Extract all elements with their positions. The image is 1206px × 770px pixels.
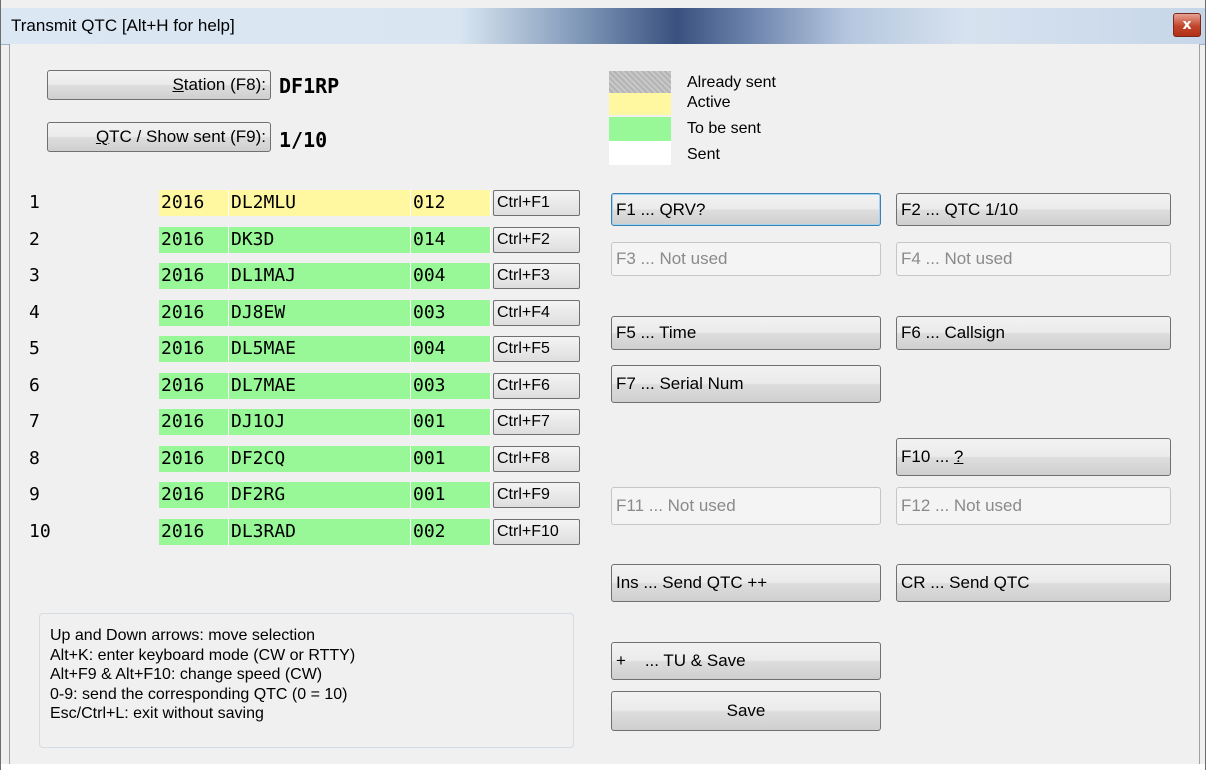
qtc-serial-cell[interactable]: 004 <box>411 263 491 289</box>
qtc-row-number: 6 <box>29 375 40 396</box>
qtc-send-key-button[interactable]: Ctrl+F5 <box>493 336 580 362</box>
f10-button[interactable]: F10 ... ? <box>896 438 1171 476</box>
qtc-row-number: 1 <box>29 192 40 213</box>
qtc-callsign-cell[interactable]: DF2RG <box>229 482 411 508</box>
legend-swatch <box>609 117 671 141</box>
qtc-time-cell[interactable]: 2016 <box>159 190 229 216</box>
qtc-callsign-cell[interactable]: DL7MAE <box>229 373 411 399</box>
qtc-row-number: 4 <box>29 302 40 323</box>
qtc-send-key-button[interactable]: Ctrl+F6 <box>493 373 580 399</box>
qtc-time-cell[interactable]: 2016 <box>159 336 229 362</box>
qtc-row-number: 9 <box>29 484 40 505</box>
f4-not-used-button[interactable]: F4 ... Not used <box>896 242 1171 276</box>
qtc-callsign-cell[interactable]: DJ1OJ <box>229 409 411 435</box>
f3-not-used-button[interactable]: F3 ... Not used <box>611 242 881 276</box>
qtc-callsign-cell[interactable]: DJ8EW <box>229 300 411 326</box>
legend-swatch <box>609 93 671 115</box>
qtc-time-cell[interactable]: 2016 <box>159 519 229 545</box>
qtc-time-cell[interactable]: 2016 <box>159 227 229 253</box>
qtc-callsign-cell[interactable]: DF2CQ <box>229 446 411 472</box>
qtc-row-number: 5 <box>29 338 40 359</box>
legend-label: Active <box>687 94 731 111</box>
f11-not-used-button[interactable]: F11 ... Not used <box>611 487 881 525</box>
window-title: Transmit QTC [Alt+H for help] <box>11 16 235 35</box>
qtc-callsign-cell[interactable]: DK3D <box>229 227 411 253</box>
legend-label: Already sent <box>687 74 776 91</box>
qtc-serial-cell[interactable]: 014 <box>411 227 491 253</box>
qtc-row-number: 3 <box>29 265 40 286</box>
qtc-serial-cell[interactable]: 002 <box>411 519 491 545</box>
help-text-box: Up and Down arrows: move selection Alt+K:… <box>39 613 574 748</box>
help-line: 0-9: send the corresponding QTC (0 = 10) <box>50 685 348 703</box>
window-bottom-edge <box>1 764 1205 770</box>
qtc-serial-cell[interactable]: 003 <box>411 300 491 326</box>
qtc-callsign-cell[interactable]: DL1MAJ <box>229 263 411 289</box>
qtc-time-cell[interactable]: 2016 <box>159 446 229 472</box>
f10-button-label: F10 ... ? <box>901 447 964 466</box>
qtc-callsign-cell[interactable]: DL3RAD <box>229 519 411 545</box>
qtc-serial-cell[interactable]: 004 <box>411 336 491 362</box>
qtc-send-key-button[interactable]: Ctrl+F3 <box>493 263 580 289</box>
qtc-time-cell[interactable]: 2016 <box>159 482 229 508</box>
close-button[interactable]: x <box>1173 13 1201 37</box>
transmit-qtc-window: Transmit QTC [Alt+H for help] x Station … <box>0 0 1206 770</box>
station-button-label: Station (F8): <box>172 75 266 94</box>
title-bar[interactable]: Transmit QTC [Alt+H for help] x <box>1 8 1205 45</box>
f7-serial-num-button[interactable]: F7 ... Serial Num <box>611 365 881 403</box>
f2-qtc-button[interactable]: F2 ... QTC 1/10 <box>896 193 1171 226</box>
f1-qrv-button[interactable]: F1 ... QRV? <box>611 193 881 226</box>
legend-label: To be sent <box>687 120 761 137</box>
qtc-send-key-button[interactable]: Ctrl+F7 <box>493 409 580 435</box>
qtc-button-label: QTC / Show sent (F9): <box>95 127 266 146</box>
cr-send-qtc-button[interactable]: CR ... Send QTC <box>896 564 1171 602</box>
legend-label: Sent <box>687 146 720 163</box>
help-line: Alt+F9 & Alt+F10: change speed (CW) <box>50 666 323 683</box>
qtc-callsign-cell[interactable]: DL5MAE <box>229 336 411 362</box>
station-button[interactable]: Station (F8): <box>47 70 271 100</box>
help-line: Up and Down arrows: move selection <box>50 627 316 644</box>
save-button[interactable]: Save <box>611 691 881 731</box>
qtc-time-cell[interactable]: 2016 <box>159 263 229 289</box>
qtc-time-cell[interactable]: 2016 <box>159 373 229 399</box>
qtc-serial-cell[interactable]: 001 <box>411 409 491 435</box>
legend-swatch <box>609 141 671 165</box>
qtc-serial-cell[interactable]: 012 <box>411 190 491 216</box>
qtc-send-key-button[interactable]: Ctrl+F4 <box>493 300 580 326</box>
qtc-send-key-button[interactable]: Ctrl+F8 <box>493 446 580 472</box>
qtc-send-key-button[interactable]: Ctrl+F1 <box>493 190 580 216</box>
f6-callsign-button[interactable]: F6 ... Callsign <box>896 316 1171 350</box>
qtc-row-number: 2 <box>29 229 40 250</box>
qtc-send-key-button[interactable]: Ctrl+F10 <box>493 519 580 545</box>
legend-swatch <box>609 71 671 93</box>
help-line: Alt+K: enter keyboard mode (CW or RTTY) <box>50 646 356 664</box>
f12-not-used-button[interactable]: F12 ... Not used <box>896 487 1171 525</box>
qtc-time-cell[interactable]: 2016 <box>159 300 229 326</box>
qtc-serial-cell[interactable]: 001 <box>411 482 491 508</box>
f5-time-button[interactable]: F5 ... Time <box>611 316 881 350</box>
qtc-serial-cell[interactable]: 001 <box>411 446 491 472</box>
qtc-callsign-cell[interactable]: DL2MLU <box>229 190 411 216</box>
qtc-send-key-button[interactable]: Ctrl+F2 <box>493 227 580 253</box>
qtc-show-sent-button[interactable]: QTC / Show sent (F9): <box>47 122 271 152</box>
qtc-send-key-button[interactable]: Ctrl+F9 <box>493 482 580 508</box>
qtc-row-number: 7 <box>29 411 40 432</box>
ins-send-qtc-plus-button[interactable]: Ins ... Send QTC ++ <box>611 564 881 602</box>
qtc-counter: 1/10 <box>279 128 328 152</box>
qtc-row-number: 10 <box>29 521 51 542</box>
qtc-serial-cell[interactable]: 003 <box>411 373 491 399</box>
help-line: Esc/Ctrl+L: exit without saving <box>50 705 264 722</box>
tu-and-save-button[interactable]: + ... TU & Save <box>611 642 881 680</box>
qtc-time-cell[interactable]: 2016 <box>159 409 229 435</box>
qtc-row-number: 8 <box>29 448 40 469</box>
station-callsign: DF1RP <box>279 74 340 98</box>
